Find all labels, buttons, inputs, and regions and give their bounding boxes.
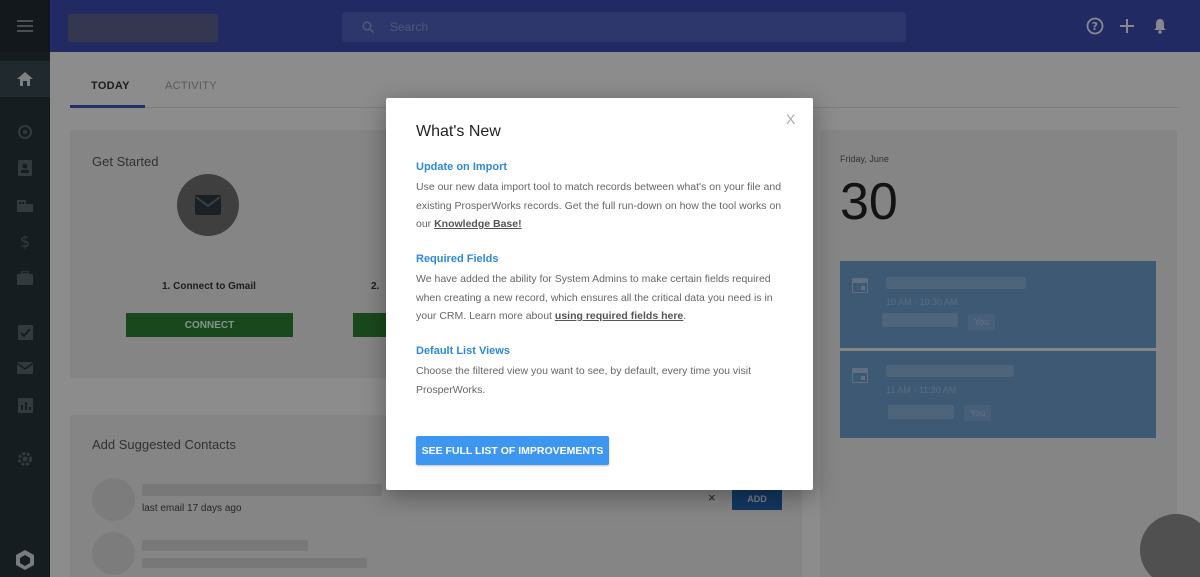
whats-new-modal: What's New X Update on Import Use our ne…	[386, 98, 813, 490]
section-default-list-views: Default List Views Choose the filtered v…	[416, 345, 788, 399]
section-required-fields: Required Fields We have added the abilit…	[416, 253, 788, 326]
section-update-on-import: Update on Import Use our new data import…	[416, 161, 788, 234]
section-body: Use our new data import tool to match re…	[416, 178, 788, 234]
section-heading: Default List Views	[416, 345, 510, 357]
section-text-tail: .	[683, 310, 687, 322]
section-body: Choose the filtered view you want to see…	[416, 365, 752, 396]
section-heading: Required Fields	[416, 253, 499, 265]
required-fields-link[interactable]: using required fields here	[555, 310, 683, 322]
close-button[interactable]: X	[786, 111, 795, 127]
knowledge-base-link[interactable]: Knowledge Base!	[434, 218, 522, 230]
see-full-list-button[interactable]: SEE FULL LIST OF IMPROVEMENTS	[416, 436, 609, 465]
modal-title: What's New	[416, 123, 501, 140]
section-heading: Update on Import	[416, 161, 508, 173]
section-body: We have added the ability for System Adm…	[416, 270, 788, 326]
